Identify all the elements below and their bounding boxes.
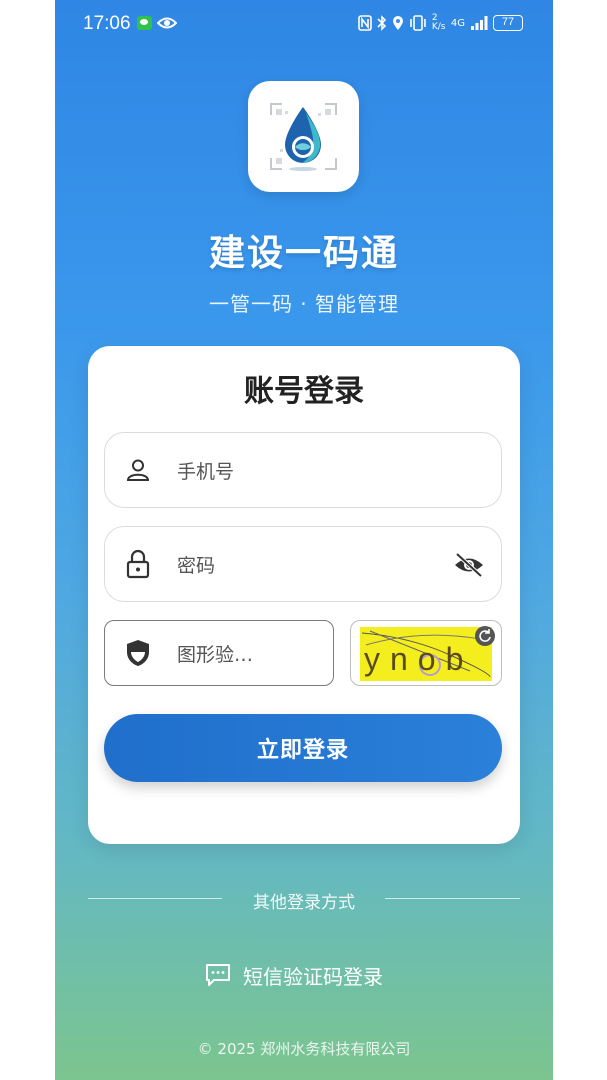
status-icons: 2 K/s 4G 77 bbox=[358, 14, 523, 32]
copyright: © 2025 郑州水务科技有限公司 bbox=[197, 1040, 411, 1058]
phone-placeholder: 手机号 bbox=[177, 460, 235, 483]
network-type: 4G bbox=[450, 17, 465, 29]
eye-off-icon[interactable] bbox=[453, 551, 485, 579]
login-button[interactable]: 立即登录 bbox=[104, 714, 502, 782]
app-title: 建设一码通 bbox=[208, 233, 399, 274]
eye-icon bbox=[157, 17, 177, 29]
signal-icon bbox=[471, 16, 488, 30]
sms-login-link[interactable]: 短信验证码登录 bbox=[205, 960, 383, 990]
refresh-icon bbox=[479, 629, 491, 642]
bluetooth-icon bbox=[377, 15, 387, 31]
message-icon bbox=[206, 964, 230, 986]
battery-indicator: 77 bbox=[493, 15, 523, 31]
captcha-text: ynob bbox=[364, 641, 474, 677]
phone-screen: 17:06 2 K/s 4G 77 建设一码通 一管一码 · 智能管理 账号登录… bbox=[55, 0, 553, 1080]
password-placeholder: 密码 bbox=[177, 554, 216, 577]
status-bar: 17:06 2 K/s 4G 77 bbox=[55, 0, 553, 48]
wechat-icon bbox=[137, 16, 152, 30]
water-drop-logo-icon bbox=[270, 103, 337, 171]
lock-icon bbox=[126, 549, 150, 579]
sms-login-label: 短信验证码登录 bbox=[243, 964, 383, 989]
card-title: 账号登录 bbox=[244, 374, 364, 409]
app-logo bbox=[248, 81, 359, 192]
status-time: 17:06 bbox=[83, 13, 131, 34]
vibrate-icon bbox=[410, 15, 426, 31]
captcha-picture: ynob bbox=[360, 627, 492, 681]
captcha-image[interactable]: ynob bbox=[350, 620, 502, 686]
user-icon bbox=[126, 459, 150, 481]
location-icon bbox=[392, 16, 403, 30]
captcha-input[interactable]: 图形验… bbox=[104, 620, 334, 686]
divider-right bbox=[385, 898, 520, 899]
app-subtitle: 一管一码 · 智能管理 bbox=[208, 292, 400, 316]
captcha-refresh-button[interactable] bbox=[475, 626, 495, 646]
phone-input[interactable]: 手机号 bbox=[104, 432, 502, 508]
shield-icon bbox=[127, 640, 149, 666]
captcha-placeholder: 图形验… bbox=[177, 643, 254, 666]
other-login-label: 其他登录方式 bbox=[253, 893, 355, 913]
nfc-icon bbox=[358, 15, 372, 31]
password-input[interactable]: 密码 bbox=[104, 526, 502, 602]
net-speed: 2 K/s bbox=[431, 13, 446, 32]
